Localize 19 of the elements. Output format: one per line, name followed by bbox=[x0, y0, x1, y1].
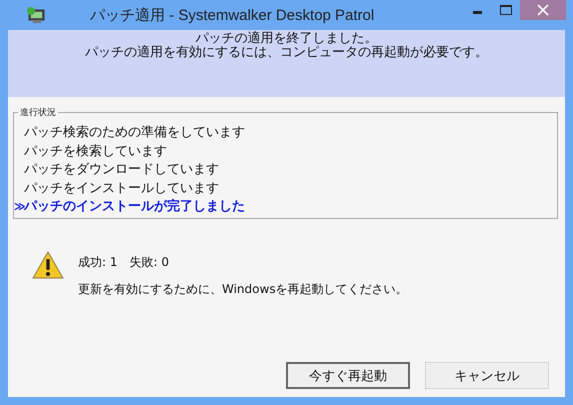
header-text: パッチの適用を終了しました。 bbox=[196, 32, 378, 46]
cancel-button[interactable]: キャンセル bbox=[425, 362, 549, 389]
progress-step: パッチ検索のための準備をしています bbox=[24, 123, 245, 142]
restart-button[interactable]: 今すぐ再起動 bbox=[286, 362, 410, 389]
close-icon bbox=[537, 4, 549, 16]
progress-step: パッチをダウンロードしています bbox=[24, 160, 219, 178]
window-title: パッチ適用 - Systemwalker Desktop Patrol bbox=[90, 6, 374, 24]
maximize-icon bbox=[500, 5, 512, 15]
current-step-marker: ≫ bbox=[14, 200, 26, 213]
restart-message: 更新を有効にするために、Windowsを再起動してください。 bbox=[78, 280, 408, 298]
progress-step: パッチのインストールが完了しました bbox=[24, 197, 245, 216]
monitor-icon bbox=[26, 6, 46, 24]
progress-step: パッチを検索しています bbox=[24, 142, 167, 160]
progress-step: パッチをインストールしています bbox=[24, 178, 219, 197]
header-text: パッチの適用を有効にするには、コンピュータの再起動が必要です。 bbox=[84, 46, 489, 60]
warning-icon bbox=[32, 250, 64, 278]
group-label: 進行状況 bbox=[19, 106, 57, 119]
result-counts: 成功: 1 失敗: 0 bbox=[78, 254, 170, 270]
close-button[interactable] bbox=[520, 0, 566, 20]
